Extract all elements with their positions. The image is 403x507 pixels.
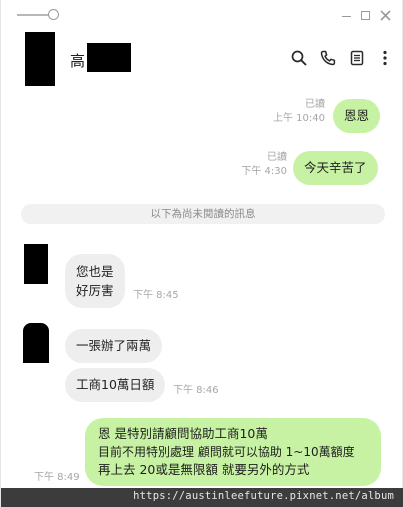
minimize-icon (341, 15, 351, 18)
sender-avatar[interactable] (23, 323, 49, 363)
watermark-url: https://austinleefuture.pixnet.net/album (133, 490, 394, 502)
minimize-button[interactable] (338, 7, 354, 23)
message-time: 下午 8:45 (133, 290, 179, 301)
unread-divider: 以下為尚未閱讀的訊息 (21, 204, 385, 224)
more-icon (383, 50, 387, 66)
opacity-slider-knob[interactable] (48, 9, 59, 20)
contact-name: 高 (70, 52, 86, 70)
message-time: 下午 8:46 (173, 385, 219, 396)
notes-icon (350, 50, 364, 66)
received-message[interactable]: 工商10萬日額 (65, 368, 166, 402)
sender-avatar[interactable] (24, 244, 48, 284)
sent-message[interactable]: 恩恩 (333, 99, 381, 133)
received-message[interactable]: 您也是 好厉害 (65, 254, 125, 308)
search-icon (291, 50, 307, 66)
message-line: 恩 是特別請顧問協助工商10萬 (98, 426, 268, 441)
message-time: 下午 8:49 (34, 472, 80, 483)
maximize-icon (360, 10, 370, 20)
chat-window: 高 已讀 上午 10:40 恩恩 已讀 下午 4:30 今天辛苦了 以下為尚未閱… (0, 0, 403, 507)
opacity-slider-track[interactable] (17, 14, 51, 16)
read-receipt: 已讀 (267, 152, 287, 163)
notes-button[interactable] (348, 49, 366, 67)
phone-icon (320, 50, 336, 66)
message-time: 下午 4:30 (241, 166, 287, 177)
message-meta: 已讀 下午 4:30 (227, 151, 287, 179)
message-time: 上午 10:40 (273, 113, 325, 124)
chat-header: 高 (1, 30, 403, 90)
search-button[interactable] (290, 49, 308, 67)
call-button[interactable] (319, 49, 337, 67)
contact-name-redaction (87, 43, 131, 72)
contact-avatar[interactable] (25, 32, 55, 86)
message-line: 好厉害 (76, 283, 114, 298)
watermark-bar: https://austinleefuture.pixnet.net/album (1, 488, 403, 507)
maximize-button[interactable] (357, 7, 373, 23)
more-button[interactable] (376, 49, 394, 67)
received-message[interactable]: 一張辦了兩萬 (65, 329, 163, 363)
close-button[interactable] (377, 7, 393, 23)
message-list[interactable]: 已讀 上午 10:40 恩恩 已讀 下午 4:30 今天辛苦了 以下為尚未閱讀的… (1, 90, 403, 490)
close-icon (379, 9, 391, 21)
sent-message[interactable]: 今天辛苦了 (293, 151, 378, 185)
message-line: 再上去 20或是無限額 就要另外的方式 (98, 462, 310, 477)
message-meta: 已讀 上午 10:40 (263, 98, 325, 126)
title-bar (1, 0, 403, 30)
sent-message[interactable]: 恩 是特別請顧問協助工商10萬 目前不用特別處理 顧問就可以協助 1~10萬額度… (85, 418, 381, 486)
message-line: 您也是 (76, 264, 114, 279)
read-receipt: 已讀 (305, 99, 325, 110)
message-line: 目前不用特別處理 顧問就可以協助 1~10萬額度 (98, 445, 355, 459)
